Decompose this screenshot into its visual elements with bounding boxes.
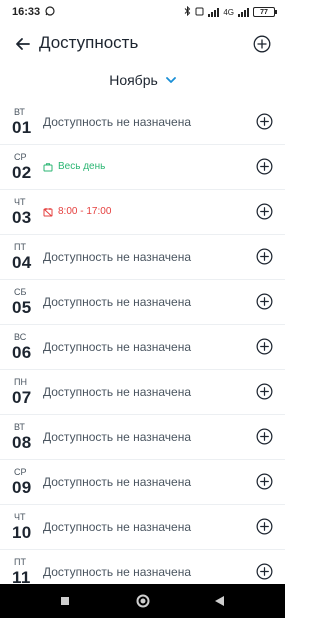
day-of-week: ВС <box>14 332 27 342</box>
plus-circle-icon <box>256 338 272 354</box>
day-row[interactable]: ПН 07 Доступность не назначена <box>0 370 285 415</box>
availability-status: Доступность не назначена <box>43 250 192 264</box>
plus-circle-icon <box>256 203 272 219</box>
back-button[interactable] <box>10 31 36 57</box>
add-day-availability-button[interactable] <box>255 562 273 580</box>
day-of-week: ЧТ <box>14 197 26 207</box>
availability-status: Доступность не назначена <box>43 295 192 309</box>
day-of-week: СБ <box>14 287 27 297</box>
month-selector[interactable]: Ноябрь <box>0 66 285 94</box>
square-icon <box>61 597 70 605</box>
signal-icon <box>208 7 220 17</box>
day-number: 02 <box>12 163 32 182</box>
alarm-icon <box>195 7 204 18</box>
day-list: ВТ 01 Доступность не назначена СР 02 Вес… <box>0 100 285 584</box>
plus-circle-icon <box>256 518 272 534</box>
day-row[interactable]: СР 02 Весь день <box>0 145 285 190</box>
plus-circle-icon <box>256 293 272 309</box>
day-number: 01 <box>12 118 32 137</box>
availability-all-day: Весь день <box>43 161 105 172</box>
plus-circle-icon <box>256 428 272 444</box>
day-row[interactable]: ПТ 11 Доступность не назначена <box>0 550 285 584</box>
day-number: 11 <box>12 568 31 584</box>
add-day-availability-button[interactable] <box>255 247 273 265</box>
day-number: 09 <box>12 478 32 497</box>
add-availability-button[interactable] <box>249 31 275 57</box>
day-number: 10 <box>12 523 32 542</box>
day-row[interactable]: ЧТ 10 Доступность не назначена <box>0 505 285 550</box>
availability-status: Доступность не назначена <box>43 340 192 354</box>
add-day-availability-button[interactable] <box>255 112 273 130</box>
recents-button[interactable] <box>53 589 77 613</box>
triangle-back-icon <box>215 596 225 606</box>
day-row[interactable]: ВТ 08 Доступность не назначена <box>0 415 285 460</box>
day-row[interactable]: ВТ 01 Доступность не назначена <box>0 100 285 145</box>
add-day-availability-button[interactable] <box>255 427 273 445</box>
signal-icon-2 <box>238 7 249 17</box>
status-left: 16:33 <box>12 5 55 19</box>
day-of-week: СР <box>14 152 27 162</box>
availability-status: Доступность не назначена <box>43 475 192 489</box>
availability-label: 8:00 - 17:00 <box>58 206 112 217</box>
bluetooth-icon <box>184 5 191 18</box>
app-header: Доступность <box>0 24 285 64</box>
circle-icon <box>136 594 149 608</box>
availability-status: Доступность не назначена <box>43 565 192 579</box>
calendar-off-icon <box>43 207 53 216</box>
add-day-availability-button[interactable] <box>255 337 273 355</box>
add-day-availability-button[interactable] <box>255 472 273 490</box>
add-day-availability-button[interactable] <box>255 202 273 220</box>
page-title: Доступность <box>39 33 139 52</box>
plus-circle-icon <box>256 383 272 399</box>
battery-icon: 77 <box>253 7 277 17</box>
add-day-availability-button[interactable] <box>255 382 273 400</box>
day-of-week: ПТ <box>14 557 26 567</box>
whatsapp-icon <box>45 5 55 19</box>
day-number: 05 <box>12 298 32 317</box>
status-bar: 16:33 4G 77 <box>0 0 285 24</box>
system-nav-bar <box>0 584 285 618</box>
day-row[interactable]: ПТ 04 Доступность не назначена <box>0 235 285 280</box>
briefcase-icon <box>43 162 53 171</box>
availability-time-range: 8:00 - 17:00 <box>43 206 111 217</box>
plus-circle-icon <box>253 35 271 53</box>
availability-status: Доступность не назначена <box>43 520 192 534</box>
status-right: 4G 77 <box>184 5 277 18</box>
month-label: Ноябрь <box>109 72 158 88</box>
availability-status: Доступность не назначена <box>43 385 192 399</box>
availability-status: Доступность не назначена <box>43 430 192 444</box>
network-label: 4G <box>223 7 234 17</box>
chevron-down-icon <box>165 76 176 83</box>
day-row[interactable]: ВС 06 Доступность не назначена <box>0 325 285 370</box>
day-number: 06 <box>12 343 32 362</box>
day-row[interactable]: ЧТ 03 8:00 - 17:00 <box>0 190 285 235</box>
availability-status: Доступность не назначена <box>43 115 192 129</box>
arrow-left-icon <box>16 38 30 50</box>
plus-circle-icon <box>256 563 272 579</box>
day-number: 03 <box>12 208 32 227</box>
day-row[interactable]: СР 09 Доступность не назначена <box>0 460 285 505</box>
day-of-week: ЧТ <box>14 512 26 522</box>
day-of-week: ПН <box>14 377 27 387</box>
day-of-week: ВТ <box>14 422 25 432</box>
add-day-availability-button[interactable] <box>255 517 273 535</box>
day-of-week: СР <box>14 467 27 477</box>
home-button[interactable] <box>131 589 155 613</box>
availability-label: Весь день <box>58 161 106 172</box>
day-of-week: ПТ <box>14 242 26 252</box>
battery-level: 77 <box>260 8 268 16</box>
plus-circle-icon <box>256 158 272 174</box>
add-day-availability-button[interactable] <box>255 157 273 175</box>
day-number: 04 <box>12 253 32 272</box>
add-day-availability-button[interactable] <box>255 292 273 310</box>
status-time: 16:33 <box>12 6 41 18</box>
back-nav-button[interactable] <box>208 589 232 613</box>
plus-circle-icon <box>256 248 272 264</box>
plus-circle-icon <box>256 473 272 489</box>
day-number: 07 <box>12 388 32 407</box>
day-of-week: ВТ <box>14 107 25 117</box>
day-number: 08 <box>12 433 32 452</box>
plus-circle-icon <box>256 113 272 129</box>
day-row[interactable]: СБ 05 Доступность не назначена <box>0 280 285 325</box>
